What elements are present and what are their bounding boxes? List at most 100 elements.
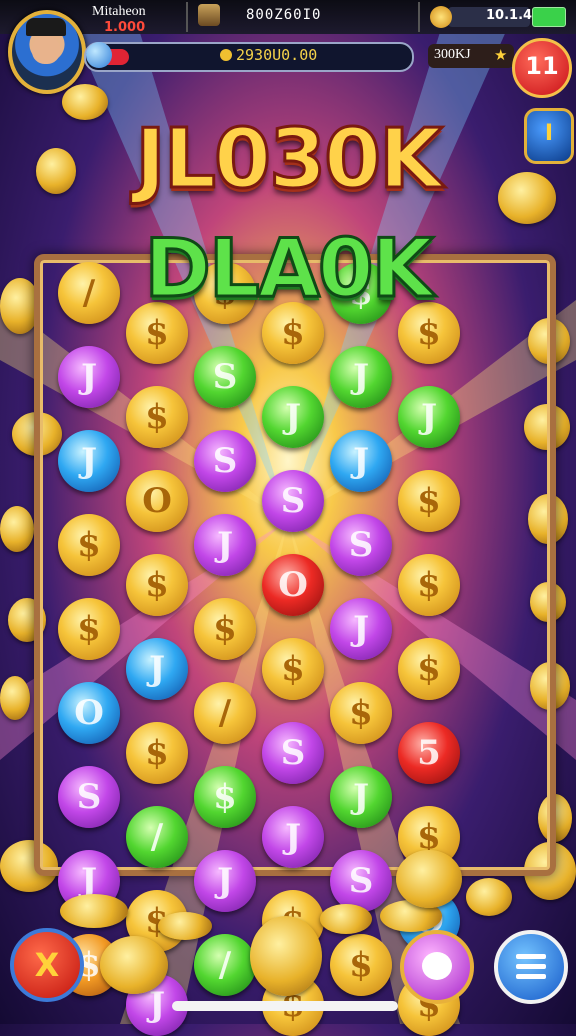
tile-glyph: / xyxy=(218,945,232,985)
tile-glyph: J xyxy=(284,817,302,857)
tile-green[interactable]: J xyxy=(262,386,324,448)
tile-glyph: J xyxy=(352,357,370,397)
coin-icon xyxy=(220,49,232,61)
tile-glyph: S xyxy=(348,861,374,901)
tile-glyph: O xyxy=(74,693,104,733)
coin-decoration xyxy=(320,904,372,934)
progress-text: 2930U0.00 xyxy=(236,46,318,64)
tile-green[interactable]: J xyxy=(330,766,392,828)
tile-purple[interactable]: S xyxy=(194,430,256,492)
home-indicator[interactable] xyxy=(172,1001,398,1011)
tile-gold[interactable]: $ xyxy=(58,514,120,576)
tile-glyph: $ xyxy=(213,609,237,649)
tile-glyph: $ xyxy=(349,945,373,985)
tile-purple[interactable]: S xyxy=(330,850,392,912)
tile-gold[interactable]: $ xyxy=(262,638,324,700)
coin-decoration xyxy=(158,912,212,940)
tile-green[interactable]: / xyxy=(194,934,256,996)
tile-glyph: $ xyxy=(145,397,169,437)
coin-decoration xyxy=(100,936,168,994)
tile-red[interactable]: O xyxy=(262,554,324,616)
tile-purple[interactable]: J xyxy=(194,850,256,912)
tile-glyph: J xyxy=(284,397,302,437)
tile-purple[interactable]: J xyxy=(330,598,392,660)
tile-glyph: $ xyxy=(417,649,441,689)
tile-gold[interactable]: $ xyxy=(330,682,392,744)
tile-gold[interactable]: $ xyxy=(126,722,188,784)
coin-decoration xyxy=(0,506,34,552)
tile-glyph: $ xyxy=(145,565,169,605)
tile-glyph: J xyxy=(80,357,98,397)
tile-glyph: / xyxy=(218,693,232,733)
tile-green[interactable]: S xyxy=(194,346,256,408)
tile-glyph: 5 xyxy=(417,733,441,773)
tile-gold[interactable]: $ xyxy=(398,638,460,700)
tile-purple[interactable]: S xyxy=(262,470,324,532)
coin-icon xyxy=(430,6,452,28)
tile-gold[interactable]: O xyxy=(126,470,188,532)
tile-blue[interactable]: J xyxy=(58,430,120,492)
exit-button[interactable]: X xyxy=(10,928,84,1002)
tile-glyph: S xyxy=(348,525,374,565)
tile-glyph: $ xyxy=(349,693,373,733)
tile-green[interactable]: J xyxy=(398,386,460,448)
tile-green[interactable]: J xyxy=(330,346,392,408)
tile-gold[interactable]: $ xyxy=(58,598,120,660)
battery-icon xyxy=(532,7,566,27)
tile-green[interactable]: / xyxy=(126,806,188,868)
tile-gold[interactable]: $ xyxy=(330,934,392,996)
tile-gold[interactable]: $ xyxy=(398,470,460,532)
tile-glyph: / xyxy=(150,817,164,857)
tile-glyph: O xyxy=(142,481,172,521)
tile-glyph: J xyxy=(352,609,370,649)
tile-glyph: J xyxy=(216,861,234,901)
tile-gold[interactable]: $ xyxy=(126,554,188,616)
tile-green[interactable]: $ xyxy=(194,766,256,828)
tile-gold[interactable]: $ xyxy=(126,386,188,448)
game-title-line2: DLA0K xyxy=(143,221,435,317)
tile-gold[interactable]: $ xyxy=(194,598,256,660)
star-icon: ★ xyxy=(494,46,508,64)
menu-icon-line xyxy=(516,974,546,979)
coin-decoration xyxy=(396,850,462,908)
tile-glyph: S xyxy=(212,357,238,397)
tile-glyph: S xyxy=(76,777,102,817)
tile-blue[interactable]: J xyxy=(126,638,188,700)
coin-decoration xyxy=(466,878,512,916)
tile-purple[interactable]: S xyxy=(330,514,392,576)
tile-glyph: J xyxy=(420,397,438,437)
piggy-bank-button[interactable] xyxy=(400,930,474,1004)
tile-blue[interactable]: J xyxy=(330,430,392,492)
tile-glyph: O xyxy=(278,565,308,605)
tile-glyph: $ xyxy=(213,777,237,817)
avatar-face xyxy=(32,36,60,64)
divider xyxy=(186,2,188,32)
game-title-line1: JL030K xyxy=(134,111,444,209)
tile-purple[interactable]: J xyxy=(58,346,120,408)
tile-purple[interactable]: S xyxy=(58,766,120,828)
notification-count: 11 xyxy=(525,52,559,80)
tile-glyph: $ xyxy=(417,481,441,521)
tile-blue[interactable]: O xyxy=(58,682,120,744)
player-name: Mitaheon xyxy=(92,4,146,19)
tile-gold[interactable]: / xyxy=(194,682,256,744)
tile-purple[interactable]: S xyxy=(262,722,324,784)
menu-icon-line xyxy=(516,964,546,969)
tile-glyph: S xyxy=(212,441,238,481)
chest-icon[interactable] xyxy=(198,4,220,26)
tile-glyph: $ xyxy=(145,733,169,773)
notification-button[interactable]: 11 xyxy=(512,38,572,98)
tile-gold[interactable]: $ xyxy=(398,554,460,616)
player-avatar[interactable] xyxy=(8,10,86,94)
tile-glyph: J xyxy=(80,441,98,481)
top-code: 800Z60I0 xyxy=(246,7,322,23)
player-level: 1.000 xyxy=(104,20,146,35)
menu-button[interactable] xyxy=(494,930,568,1004)
tile-purple[interactable]: J xyxy=(194,514,256,576)
tile-glyph: S xyxy=(280,481,306,521)
tile-purple[interactable]: J xyxy=(262,806,324,868)
tile-red[interactable]: 5 xyxy=(398,722,460,784)
exit-button-label: X xyxy=(34,946,60,984)
score-badge-text: 300KJ xyxy=(434,47,471,62)
tile-glyph: $ xyxy=(77,609,101,649)
